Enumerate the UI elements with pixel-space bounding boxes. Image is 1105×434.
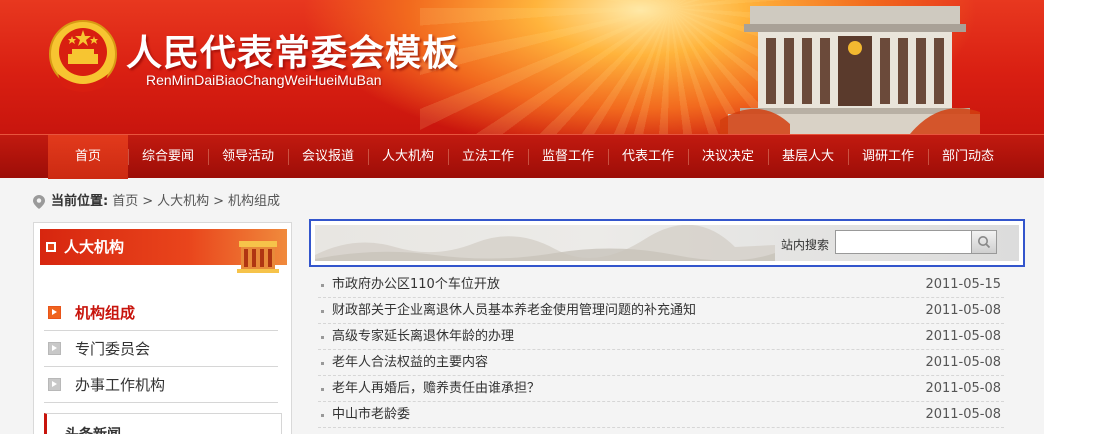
nav-item-supervision[interactable]: 监督工作	[528, 135, 608, 179]
search-icon	[978, 236, 991, 249]
breadcrumb: 当前位置: 首页 > 人大机构 > 机构组成	[33, 193, 280, 211]
square-bullet-icon	[46, 242, 56, 252]
news-title-link[interactable]: 市政府办公区110个车位开放	[332, 272, 500, 298]
headline-news-panel: 头条新闻	[44, 413, 282, 434]
nav-item-deputies[interactable]: 代表工作	[608, 135, 688, 179]
location-pin-icon	[33, 195, 45, 209]
sidebar-item-label: 专门委员会	[75, 340, 151, 358]
news-title-link[interactable]: 老年人再婚后，赡养责任由谁承担？	[332, 376, 540, 402]
page: 人民代表常委会模板 RenMinDaiBiaoChangWeiHueiMuBan	[0, 0, 1044, 434]
news-date: 2011-05-15	[925, 277, 1001, 292]
header-banner: 人民代表常委会模板 RenMinDaiBiaoChangWeiHueiMuBan	[0, 0, 1044, 134]
sidebar: 人大机构 机构组成 专门委员会 办事工作机构 头条新闻	[33, 222, 292, 434]
bullet-icon	[321, 310, 324, 313]
nav-item-leaders[interactable]: 领导活动	[208, 135, 288, 179]
news-title-link[interactable]: 财政部关于企业离退休人员基本养老金使用管理问题的补充通知	[332, 298, 696, 324]
search-button[interactable]	[972, 230, 997, 254]
bullet-icon	[321, 414, 324, 417]
list-item: 财政部关于企业离退休人员基本养老金使用管理问题的补充通知 2011-05-08	[318, 298, 1004, 324]
mountain-background-image	[315, 225, 775, 261]
nav-item-news[interactable]: 综合要闻	[128, 135, 208, 179]
main-nav: 首页 综合要闻 领导活动 会议报道 人大机构 立法工作 监督工作 代表工作 决议…	[0, 134, 1044, 179]
sidebar-item-label: 办事工作机构	[75, 376, 166, 394]
nav-item-research[interactable]: 调研工作	[848, 135, 928, 179]
list-item: 老年人合法权益的主要内容 2011-05-08	[318, 350, 1004, 376]
bullet-icon	[321, 284, 324, 287]
national-emblem-icon	[49, 20, 117, 92]
search-panel: 站内搜索	[309, 219, 1025, 267]
sidebar-item-composition[interactable]: 机构组成	[44, 295, 278, 331]
news-date: 2011-05-08	[925, 329, 1001, 344]
news-date: 2011-05-08	[925, 407, 1001, 422]
site-subtitle: RenMinDaiBiaoChangWeiHueiMuBan	[146, 72, 382, 88]
hall-thumbnail-icon	[237, 241, 279, 273]
search-input[interactable]	[835, 230, 972, 254]
great-hall-image	[720, 6, 980, 134]
sidebar-header: 人大机构	[40, 229, 287, 273]
breadcrumb-link-home[interactable]: 首页	[112, 193, 138, 211]
breadcrumb-prefix: 当前位置:	[51, 194, 109, 209]
news-date: 2011-05-08	[925, 381, 1001, 396]
sidebar-item-committees[interactable]: 专门委员会	[44, 331, 278, 367]
nav-item-meetings[interactable]: 会议报道	[288, 135, 368, 179]
arrow-right-icon	[48, 342, 61, 355]
nav-item-grassroots[interactable]: 基层人大	[768, 135, 848, 179]
news-title-link[interactable]: 高级专家延长离退休年龄的办理	[332, 324, 514, 350]
nav-item-legislation[interactable]: 立法工作	[448, 135, 528, 179]
news-title-link[interactable]: 老年人合法权益的主要内容	[332, 350, 488, 376]
arrow-right-icon	[48, 378, 61, 391]
bullet-icon	[321, 336, 324, 339]
breadcrumb-link-organization[interactable]: 人大机构	[157, 193, 209, 211]
news-date: 2011-05-08	[925, 355, 1001, 370]
nav-item-resolutions[interactable]: 决议决定	[688, 135, 768, 179]
list-item: 中山市老龄委 2011-05-08	[318, 402, 1004, 428]
headline-news-title: 头条新闻	[65, 424, 121, 434]
arrow-right-icon	[48, 306, 61, 319]
breadcrumb-separator: >	[142, 194, 154, 209]
breadcrumb-separator: >	[213, 194, 225, 209]
bullet-icon	[321, 388, 324, 391]
sidebar-title: 人大机构	[64, 238, 125, 256]
list-item: 市政府办公区110个车位开放 2011-05-15	[318, 272, 1004, 298]
site-title: 人民代表常委会模板	[126, 33, 460, 74]
breadcrumb-current: 机构组成	[228, 194, 281, 209]
sidebar-menu: 机构组成 专门委员会 办事工作机构	[44, 295, 278, 403]
list-item: 高级专家延长离退休年龄的办理 2011-05-08	[318, 324, 1004, 350]
news-title-link[interactable]: 中山市老龄委	[332, 402, 410, 428]
sidebar-item-offices[interactable]: 办事工作机构	[44, 367, 278, 403]
news-date: 2011-05-08	[925, 303, 1001, 318]
nav-item-home[interactable]: 首页	[48, 135, 128, 179]
list-item: 老年人再婚后，赡养责任由谁承担？ 2011-05-08	[318, 376, 1004, 402]
search-bar: 站内搜索	[315, 225, 1019, 261]
news-list: 市政府办公区110个车位开放 2011-05-15 财政部关于企业离退休人员基本…	[318, 272, 1004, 428]
nav-item-organization[interactable]: 人大机构	[368, 135, 448, 179]
nav-item-departments[interactable]: 部门动态	[928, 135, 1008, 179]
search-label: 站内搜索	[781, 238, 830, 252]
sidebar-item-label: 机构组成	[75, 304, 136, 322]
bullet-icon	[321, 362, 324, 365]
